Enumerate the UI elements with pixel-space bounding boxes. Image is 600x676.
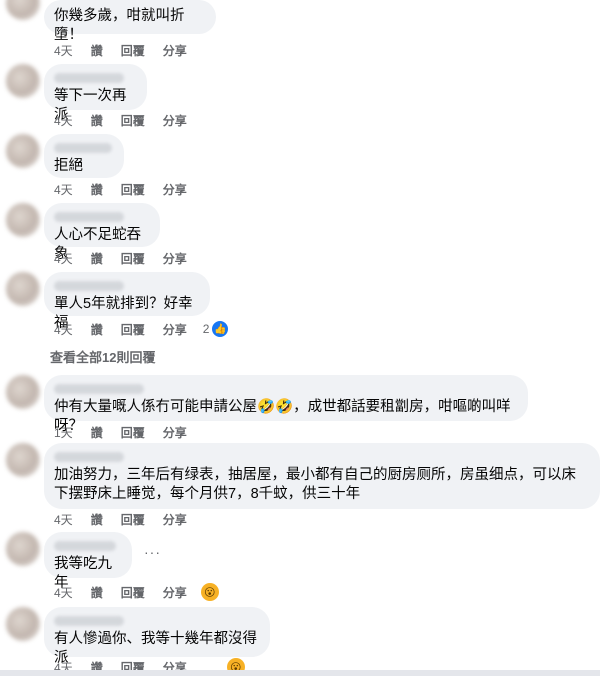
like-button[interactable]: 讚	[91, 42, 103, 59]
like-button[interactable]: 讚	[91, 511, 103, 528]
share-button[interactable]: 分享	[163, 511, 187, 528]
share-button[interactable]: 分享	[163, 181, 187, 198]
comment-actions: 4天 讚 回覆 分享 😮	[54, 583, 219, 601]
reply-button[interactable]: 回覆	[121, 584, 145, 601]
comment-actions: 4天 讚 回覆 分享	[54, 112, 205, 128]
timestamp[interactable]: 4天	[54, 112, 73, 129]
like-icon: 👍	[211, 320, 230, 338]
comment-actions: 1天 讚 回覆 分享	[54, 424, 205, 440]
reaction-number: 2	[202, 322, 210, 336]
comment-actions: 4天 讚 回覆 分享	[54, 42, 205, 58]
share-button[interactable]: 分享	[163, 250, 187, 267]
comment-bubble: 仲有大量嘅人係冇可能申請公屋🤣🤣，成世都話要租劏房，咁嘔啲叫咩呀？	[44, 375, 528, 434]
comment-actions: 4天 讚 回覆 分享	[54, 250, 205, 266]
timestamp[interactable]: 4天	[54, 584, 73, 601]
comment-bubble: 有人慘過你、我等十幾年都沒得派	[44, 607, 270, 666]
avatar[interactable]	[6, 375, 40, 409]
reaction-count[interactable]: 2 👍	[203, 320, 248, 338]
avatar[interactable]	[6, 134, 40, 168]
view-more-replies-link[interactable]: 查看全部12則回覆	[50, 347, 155, 366]
comment-bubble: 人心不足蛇吞象	[44, 203, 160, 262]
author-name[interactable]	[54, 616, 124, 626]
author-name[interactable]	[54, 452, 124, 462]
reply-button[interactable]: 回覆	[121, 250, 145, 267]
comment-bubble: 我等吃九年	[44, 532, 132, 591]
comment-bubble: 單人5年就排到？好幸福	[44, 272, 210, 331]
wow-icon[interactable]: 😮	[200, 583, 219, 601]
timestamp[interactable]: 4天	[54, 42, 73, 59]
reply-button[interactable]: 回覆	[121, 424, 145, 441]
share-button[interactable]: 分享	[163, 424, 187, 441]
timestamp[interactable]: 4天	[54, 181, 73, 198]
comment-bubble: 你幾多歲，咁就叫折墮！	[44, 0, 216, 43]
author-name[interactable]	[54, 73, 124, 83]
avatar[interactable]	[6, 203, 40, 237]
share-button[interactable]: 分享	[163, 112, 187, 129]
timestamp[interactable]: 4天	[54, 250, 73, 267]
comment-bubble: 加油努力，三年后有绿表，抽居屋，最小都有自己的厨房厕所，房虽细点，可以床下摆野床…	[44, 443, 600, 509]
reply-button[interactable]: 回覆	[121, 42, 145, 59]
author-name[interactable]	[54, 541, 116, 551]
share-button[interactable]: 分享	[163, 42, 187, 59]
comment-bubble: 拒絕	[44, 134, 124, 178]
comment-actions: 4天 讚 回覆 分享	[54, 511, 205, 527]
comment-bubble: 等下一次再派	[44, 64, 147, 123]
timestamp[interactable]: 4天	[54, 511, 73, 528]
comment-text: 加油努力，三年后有绿表，抽居屋，最小都有自己的厨房厕所，房虽细点，可以床下摆野床…	[54, 467, 576, 502]
bottom-scroll-edge	[0, 670, 600, 676]
author-name[interactable]	[54, 212, 124, 222]
like-button[interactable]: 讚	[91, 181, 103, 198]
timestamp[interactable]: 1天	[54, 424, 73, 441]
share-button[interactable]: 分享	[163, 321, 187, 338]
author-name[interactable]	[54, 384, 144, 394]
share-button[interactable]: 分享	[163, 584, 187, 601]
comment-actions: 4天 讚 回覆 分享 2 👍	[54, 320, 248, 338]
comment-actions: 4天 讚 回覆 分享	[54, 181, 205, 197]
like-button[interactable]: 讚	[91, 112, 103, 129]
author-name[interactable]	[54, 143, 112, 153]
reply-button[interactable]: 回覆	[121, 181, 145, 198]
like-button[interactable]: 讚	[91, 250, 103, 267]
comment-text: 拒絕	[54, 158, 83, 174]
reply-button[interactable]: 回覆	[121, 511, 145, 528]
avatar[interactable]	[6, 443, 40, 477]
reply-button[interactable]: 回覆	[121, 112, 145, 129]
timestamp[interactable]: 4天	[54, 321, 73, 338]
like-button[interactable]: 讚	[91, 584, 103, 601]
like-button[interactable]: 讚	[91, 424, 103, 441]
reply-button[interactable]: 回覆	[121, 321, 145, 338]
avatar[interactable]	[6, 0, 40, 20]
avatar[interactable]	[6, 532, 40, 566]
avatar[interactable]	[6, 64, 40, 98]
comment-text: 你幾多歲，咁就叫折墮！	[54, 8, 185, 43]
like-button[interactable]: 讚	[91, 321, 103, 338]
more-options-button[interactable]: ···	[144, 544, 161, 560]
author-name[interactable]	[54, 281, 124, 291]
avatar[interactable]	[6, 272, 40, 306]
avatar[interactable]	[6, 607, 40, 641]
